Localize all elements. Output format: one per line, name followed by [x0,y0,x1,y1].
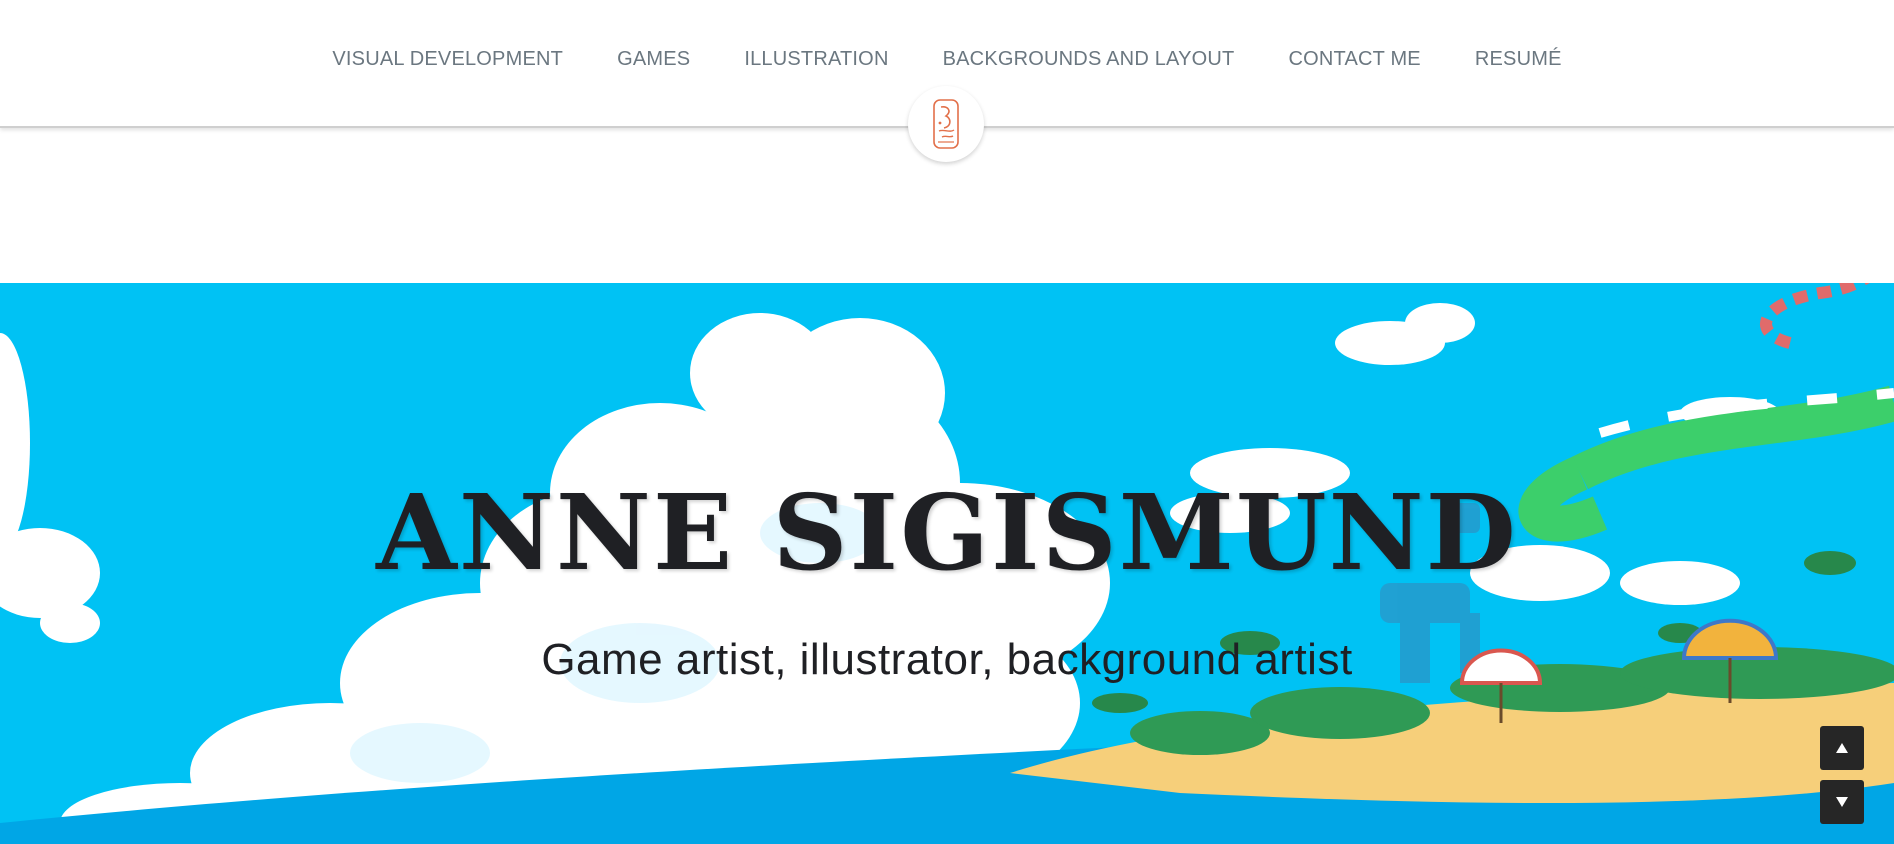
monogram-logo-icon [933,99,959,149]
nav-item-backgrounds-and-layout: BACKGROUNDS AND LAYOUT [943,48,1235,71]
triangle-down-icon [1836,797,1848,807]
scroll-down-button[interactable] [1820,780,1864,824]
hero-subtitle: Game artist, illustrator, background art… [541,635,1353,684]
nav-link-visual-development[interactable]: VISUAL DEVELOPMENT [332,48,563,70]
nav-link-illustration[interactable]: ILLUSTRATION [744,48,888,70]
hero-banner: ANNE SIGISMUND Game artist, illustrator,… [0,283,1894,844]
triangle-up-icon [1836,743,1848,753]
logo-home-link[interactable] [908,86,984,162]
nav-link-resume[interactable]: RESUMÉ [1475,48,1562,70]
hero-title: ANNE SIGISMUND [376,471,1518,594]
main-nav: VISUAL DEVELOPMENT GAMES ILLUSTRATION BA… [0,48,1894,71]
nav-link-contact-me[interactable]: CONTACT ME [1288,48,1420,70]
nav-item-visual-development: VISUAL DEVELOPMENT [332,48,563,71]
scroll-up-button[interactable] [1820,726,1864,770]
nav-item-resume: RESUMÉ [1475,48,1562,71]
nav-link-backgrounds-and-layout[interactable]: BACKGROUNDS AND LAYOUT [943,48,1235,70]
nav-item-contact-me: CONTACT ME [1288,48,1420,71]
nav-item-illustration: ILLUSTRATION [744,48,888,71]
nav-item-games: GAMES [617,48,690,71]
nav-link-games[interactable]: GAMES [617,48,690,70]
